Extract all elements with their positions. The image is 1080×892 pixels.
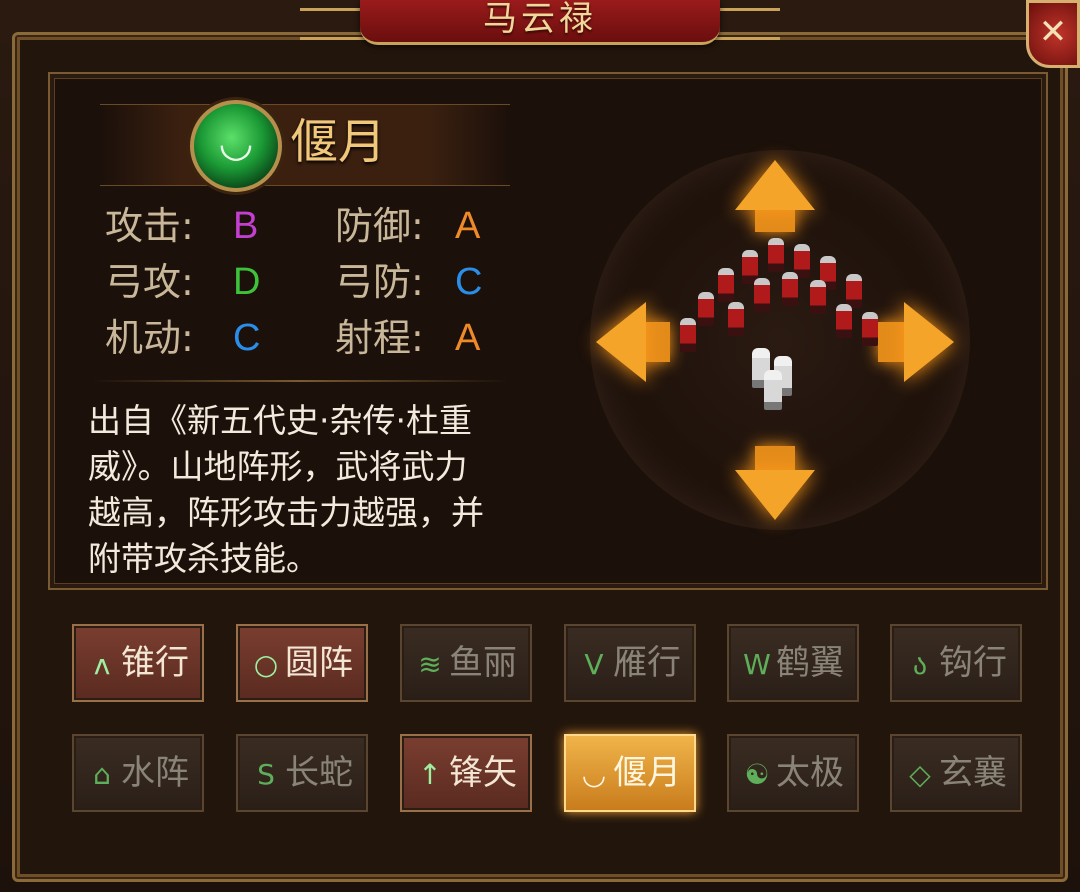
formation-icon: ↑ (418, 758, 442, 791)
formation-button[interactable]: ⌂ 水阵 (72, 734, 204, 812)
formation-button-label: 圆阵 (285, 643, 353, 683)
stat-label-defense: 防御: (335, 204, 424, 248)
formation-button[interactable]: S 长蛇 (236, 734, 368, 812)
formation-icon: ⌂ (93, 758, 111, 791)
description-line: 附带攻杀技能。 (88, 539, 319, 578)
title-ornament-right (710, 8, 780, 40)
close-icon: ✕ (1038, 12, 1068, 52)
stat-row: 机动: C 射程: A (105, 310, 505, 366)
stat-value-range: A (455, 317, 481, 359)
soldier-unit (862, 312, 878, 346)
general-unit (764, 370, 782, 410)
arrow-down-icon[interactable] (735, 470, 815, 520)
arrow-left-icon[interactable] (596, 302, 646, 382)
formation-icon: S (257, 758, 275, 791)
formation-icon: W (743, 648, 771, 681)
formation-icon: V (584, 648, 604, 681)
stat-value-attack: B (233, 205, 259, 247)
formation-button[interactable]: ◡ 偃月 (564, 734, 696, 812)
stat-label-range: 射程: (335, 316, 424, 360)
description-line: 越高，阵形攻击力越强，并 (88, 493, 484, 532)
formation-button-label: 鱼丽 (449, 643, 517, 683)
stat-label-bow-attack: 弓攻: (105, 260, 194, 304)
formation-button-label: 锥行 (121, 643, 189, 683)
stat-value-bow-defense: C (455, 261, 483, 303)
formation-button[interactable]: ა 钩行 (890, 624, 1022, 702)
stat-value-bow-attack: D (233, 261, 261, 303)
formation-button[interactable]: V 雁行 (564, 624, 696, 702)
soldier-unit (794, 244, 810, 278)
stat-row: 弓攻: D 弓防: C (105, 254, 505, 310)
formation-stats: 攻击: B 防御: A 弓攻: D 弓防: C 机动: C 射程: A (105, 198, 505, 366)
formation-button-label: 鹤翼 (776, 643, 844, 683)
formation-dialog: 马云禄 ✕ ◡ 偃月 攻击: B 防御: A 弓攻: D 弓防: C 机动: C… (0, 0, 1080, 892)
formation-name: 偃月 (290, 114, 387, 170)
formation-button[interactable]: ʌ 锥行 (72, 624, 204, 702)
soldier-unit (782, 272, 798, 306)
soldier-unit (728, 302, 744, 336)
formation-icon: ○ (253, 648, 279, 681)
soldier-unit (810, 280, 826, 314)
arrow-right-icon[interactable] (904, 302, 954, 382)
stat-label-mobility: 机动: (105, 316, 194, 360)
formation-icon: ◡ (581, 758, 607, 791)
soldier-unit (768, 238, 784, 272)
formation-button-label: 玄襄 (939, 753, 1007, 793)
arrow-left-stem (644, 322, 670, 362)
formation-button[interactable]: ↑ 锋矢 (400, 734, 532, 812)
soldier-unit (846, 274, 862, 308)
formation-icon: ≋ (418, 648, 442, 681)
formation-button[interactable]: W 鹤翼 (727, 624, 859, 702)
arrow-right-stem (878, 322, 904, 362)
crescent-moon-icon: ◡ (190, 100, 282, 192)
formation-icon: ʌ (93, 648, 111, 681)
formation-button-label: 水阵 (121, 753, 189, 793)
stat-row: 攻击: B 防御: A (105, 198, 505, 254)
soldier-unit (698, 292, 714, 326)
arrow-up-stem (755, 208, 795, 232)
stat-value-defense: A (455, 205, 481, 247)
description-line: 威》。山地阵形，武将武力 (88, 447, 468, 486)
description-line: 出自《新五代史·杂传·杜重 (88, 401, 472, 440)
formation-icon: ☯ (744, 758, 770, 791)
formation-button-label: 太极 (776, 753, 844, 793)
soldier-unit (836, 304, 852, 338)
dialog-title: 马云禄 (483, 0, 597, 39)
formation-button-label: 钩行 (939, 643, 1007, 683)
divider (90, 380, 510, 382)
soldier-unit (680, 318, 696, 352)
formation-button[interactable]: ≋ 鱼丽 (400, 624, 532, 702)
formation-button-label: 偃月 (613, 753, 681, 793)
formation-preview (580, 150, 980, 540)
formation-button[interactable]: ○ 圆阵 (236, 624, 368, 702)
formation-button-label: 雁行 (613, 643, 681, 683)
formation-button-label: 锋矢 (449, 753, 517, 793)
stat-value-mobility: C (233, 317, 261, 359)
stat-label-attack: 攻击: (105, 204, 194, 248)
formation-button[interactable]: ☯ 太极 (727, 734, 859, 812)
stat-label-bow-defense: 弓防: (335, 260, 424, 304)
formation-button-label: 长蛇 (285, 753, 353, 793)
formation-icon: ა (912, 648, 928, 681)
soldier-unit (754, 278, 770, 312)
formation-description: 出自《新五代史·杂传·杜重 威》。山地阵形，武将武力 越高，阵形攻击力越强，并 … (88, 398, 518, 582)
arrow-up-icon[interactable] (735, 160, 815, 210)
title-banner: 马云禄 (360, 0, 720, 45)
troop-formation (680, 230, 880, 410)
formation-icon: ◇ (909, 758, 931, 791)
soldier-unit (718, 268, 734, 302)
close-button[interactable]: ✕ (1026, 0, 1080, 68)
formation-button[interactable]: ◇ 玄襄 (890, 734, 1022, 812)
arrow-down-stem (755, 446, 795, 470)
